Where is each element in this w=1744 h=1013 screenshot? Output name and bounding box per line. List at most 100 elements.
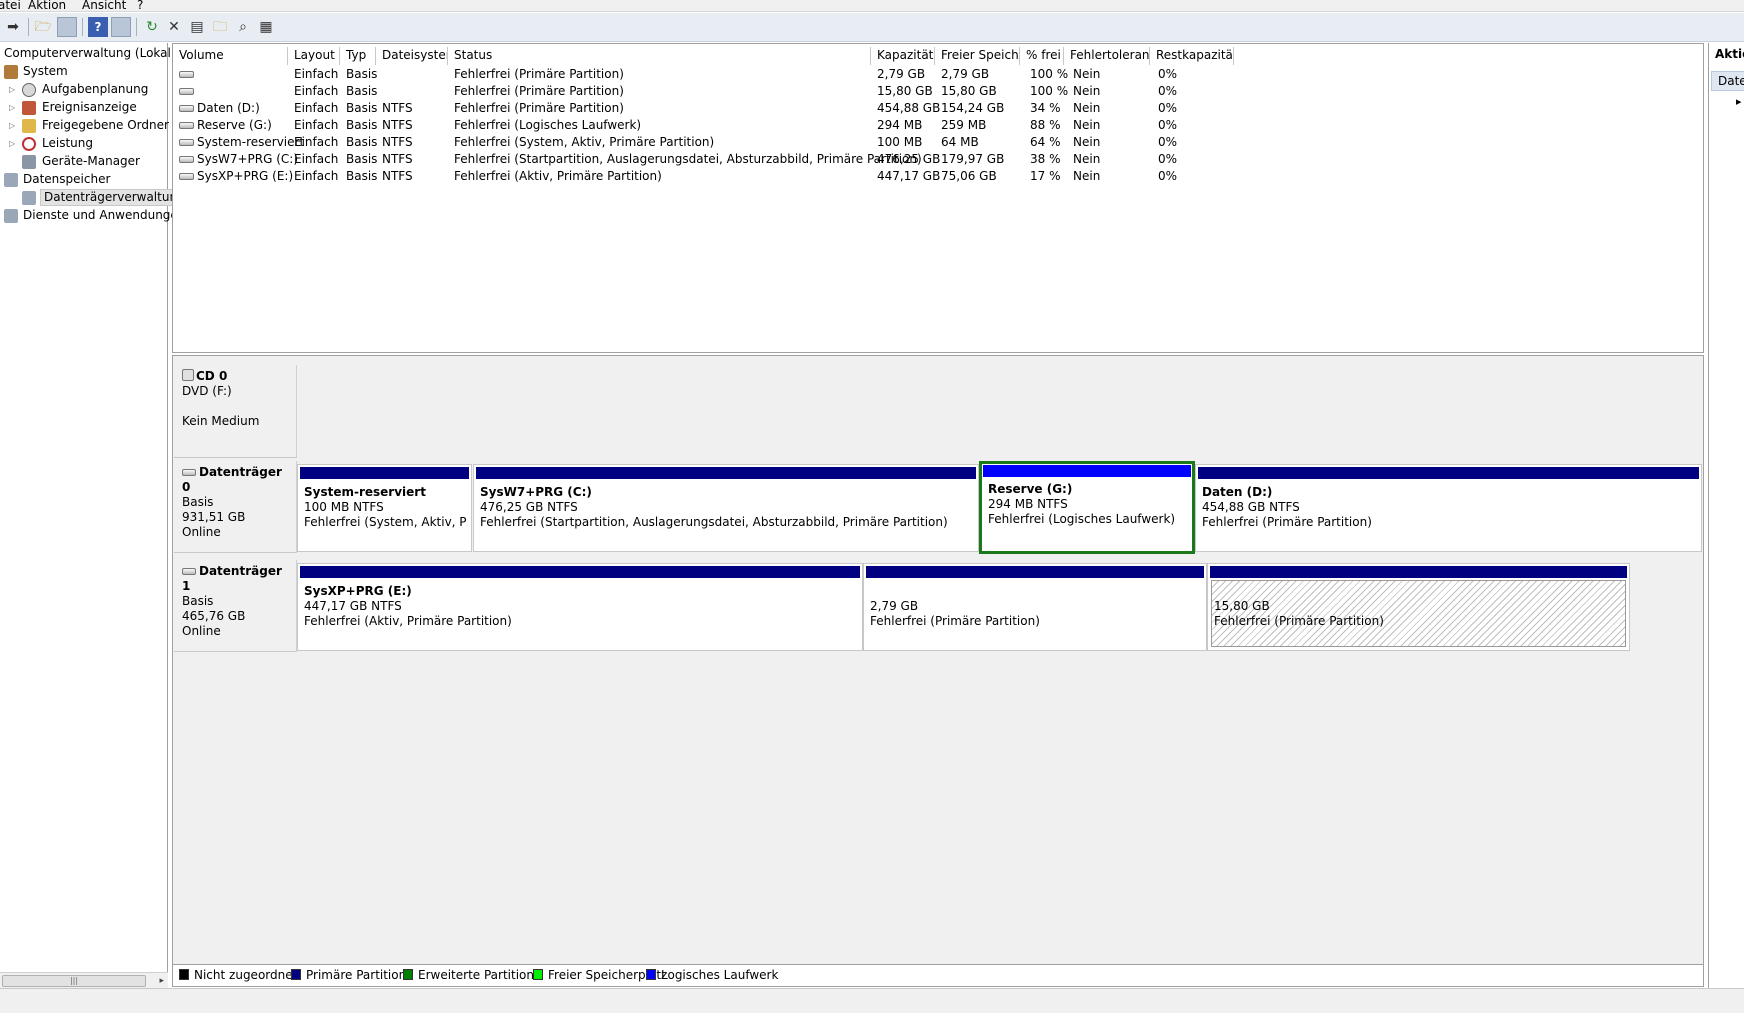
drive-icon <box>179 156 194 163</box>
properties-icon[interactable]: ▤ <box>187 17 207 37</box>
tree-item-ereignisanzeige[interactable]: ▷ Ereignisanzeige <box>0 99 168 116</box>
delete-icon[interactable]: ✕ <box>164 17 184 37</box>
cell-volume <box>179 66 197 83</box>
refresh-icon[interactable]: ↻ <box>142 17 162 37</box>
scroll-right-icon[interactable]: ▸ <box>159 973 164 989</box>
cell-layout: Einfach <box>294 118 339 132</box>
cell-kap: 2,79 GB <box>877 67 926 81</box>
cell-frei: 179,97 GB <box>941 152 1005 166</box>
disk-icon <box>182 568 196 575</box>
tree-item-label: System <box>23 64 68 78</box>
partition-status: Fehlerfrei (Startpartition, Auslagerungs… <box>480 515 948 529</box>
tools-icon <box>4 65 18 79</box>
legend-swatch <box>291 969 301 980</box>
partition-unnamed-15-80[interactable]: 15,80 GB Fehlerfrei (Primäre Partition) <box>1207 563 1630 651</box>
disk-info-disk0[interactable]: Datenträger 0 Basis 931,51 GB Online <box>174 461 297 553</box>
table-row[interactable]: SysXP+PRG (E:) Einfach Basis NTFS Fehlerfrei… <box>173 168 1373 185</box>
tree-item-leistung[interactable]: ▷ Leistung <box>0 135 168 152</box>
partition-daten[interactable]: Daten (D:) 454,88 GB NTFS Fehlerfrei (Prim… <box>1195 464 1702 552</box>
column-header-fehlertoleranz[interactable]: Fehlertoleranz <box>1064 47 1150 65</box>
partition-bar <box>476 467 976 479</box>
expand-icon[interactable]: ▷ <box>9 135 18 152</box>
cell-frei: 64 MB <box>941 135 979 149</box>
toolbar: ➡ 🗁 ? ↻ ✕ ▤ 🗀 ⌕ ▦ <box>0 13 1744 42</box>
volume-list: Volume Layout Typ Dateisystem Status Kap… <box>172 43 1704 353</box>
tree-item-dienste[interactable]: Dienste und Anwendungen <box>0 207 185 224</box>
disk-info-cd0[interactable]: CD 0 DVD (F:) Kein Medium <box>174 365 297 458</box>
cell-status: Fehlerfrei (System, Aktiv, Primäre Parti… <box>454 135 715 149</box>
disk-info-disk1[interactable]: Datenträger 1 Basis 465,76 GB Online <box>174 560 297 652</box>
cell-rest: 0% <box>1158 152 1178 166</box>
legend-item-nicht-zugeordnet: Nicht zugeordnet <box>179 965 297 986</box>
drive-icon <box>179 88 194 95</box>
partition-size: 476,25 GB NTFS <box>480 500 578 514</box>
tree-item-datenspeicher[interactable]: Datenspeicher <box>0 171 168 188</box>
scrollbar-thumb[interactable]: ||| <box>2 975 146 987</box>
table-row[interactable]: Einfach Basis Fehlerfrei (Primäre Partitio… <box>173 83 1373 100</box>
show-hide-action-icon[interactable] <box>111 17 131 37</box>
partition-unnamed-2-79[interactable]: 2,79 GB Fehlerfrei (Primäre Partition) <box>863 563 1207 651</box>
toolbar-separator <box>28 18 29 36</box>
column-header-kapazitaet[interactable]: Kapazität <box>871 47 935 65</box>
tree-horizontal-scrollbar[interactable]: ||| ▸ <box>0 972 168 988</box>
forward-arrow-icon[interactable]: ➡ <box>3 17 23 37</box>
cell-frei: 2,79 GB <box>941 67 990 81</box>
cell-pct: 64 % <box>1030 135 1061 149</box>
cell-status: Fehlerfrei (Primäre Partition) <box>454 84 624 98</box>
cell-fehl: Nein <box>1073 135 1101 149</box>
partition-system-reserviert[interactable]: System-reserviert 100 MB NTFS Fehlerfrei (… <box>297 464 472 552</box>
toolbar-separator <box>82 18 83 36</box>
expand-icon[interactable]: ▷ <box>9 99 18 116</box>
expand-icon[interactable]: ▷ <box>9 117 18 134</box>
disk0-title: Datenträger 0 <box>182 465 288 495</box>
open-icon[interactable]: 🗀 <box>210 17 230 37</box>
column-header-dateisystem[interactable]: Dateisystem <box>376 47 448 65</box>
search-icon[interactable]: ⌕ <box>233 17 253 37</box>
menu-ansicht[interactable]: Ansicht <box>82 0 126 12</box>
expand-icon[interactable]: ▷ <box>9 81 18 98</box>
tree-item-freigegebene-ordner[interactable]: ▷ Freigegebene Ordner <box>0 117 169 134</box>
export-icon[interactable]: ▦ <box>256 17 276 37</box>
legend-label: Nicht zugeordnet <box>194 968 298 982</box>
disk0-title-text: Datenträger 0 <box>182 465 282 494</box>
help-icon[interactable]: ? <box>88 17 108 37</box>
menu-datei[interactable]: atei <box>0 0 21 12</box>
menu-aktion[interactable]: Aktion <box>28 0 66 12</box>
partition-sysxp-prg[interactable]: SysXP+PRG (E:) 447,17 GB NTFS Fehlerfrei (… <box>297 563 863 651</box>
tree-item-label: Geräte-Manager <box>42 154 140 168</box>
actions-subheader[interactable]: Datenträgerverwaltung <box>1711 71 1744 91</box>
menu-help[interactable]: ? <box>137 0 143 12</box>
more-actions-icon[interactable]: ▸ <box>1736 95 1742 108</box>
toolbar-separator <box>136 18 137 36</box>
tree-item-aufgabenplanung[interactable]: ▷ Aufgabenplanung <box>0 81 168 98</box>
up-folder-icon[interactable]: 🗁 <box>33 17 53 37</box>
table-row[interactable]: Einfach Basis Fehlerfrei (Primäre Partitio… <box>173 66 1373 83</box>
column-header-freier-speicher[interactable]: Freier Speicher <box>935 47 1020 65</box>
column-header-status[interactable]: Status <box>448 47 871 65</box>
table-row[interactable]: Daten (D:) Einfach Basis NTFS Fehlerfrei (Pr… <box>173 100 1373 117</box>
cell-rest: 0% <box>1158 118 1178 132</box>
partition-status: Fehlerfrei (Primäre Partition) <box>1202 515 1372 529</box>
tree-item-system[interactable]: System <box>0 63 168 80</box>
show-hide-tree-icon[interactable] <box>57 17 77 37</box>
column-header-restkapazitaet[interactable]: Restkapazität <box>1150 47 1234 65</box>
partition-bar <box>1198 467 1699 479</box>
cell-frei: 259 MB <box>941 118 987 132</box>
partition-reserve[interactable]: Reserve (G:) 294 MB NTFS Fehlerfrei (Logis… <box>979 461 1195 554</box>
column-header-typ[interactable]: Typ <box>340 47 376 65</box>
column-header-volume[interactable]: Volume <box>173 47 288 65</box>
tree-item-datentraegerverwaltung[interactable]: Datenträgerverwaltung <box>0 189 189 206</box>
table-row[interactable]: SysW7+PRG (C:) Einfach Basis NTFS Fehlerfrei… <box>173 151 1373 168</box>
column-header-layout[interactable]: Layout <box>288 47 340 65</box>
column-header-prozent-frei[interactable]: % frei <box>1020 47 1064 65</box>
table-row[interactable]: System-reserviert Einfach Basis NTFS Fehlerf… <box>173 134 1373 151</box>
tree-item-label: Aufgabenplanung <box>42 82 149 96</box>
partition-sysw7-prg[interactable]: SysW7+PRG (C:) 476,25 GB NTFS Fehlerfrei (… <box>473 464 979 552</box>
disk0-type: Basis <box>182 495 214 509</box>
cell-typ: Basis <box>346 84 378 98</box>
clock-icon <box>22 83 36 97</box>
tree-item-geraete-manager[interactable]: Geräte-Manager <box>0 153 168 170</box>
table-row[interactable]: Reserve (G:) Einfach Basis NTFS Fehlerfrei (… <box>173 117 1373 134</box>
cell-volume: Reserve (G:) <box>179 117 272 134</box>
drive-icon <box>179 122 194 129</box>
